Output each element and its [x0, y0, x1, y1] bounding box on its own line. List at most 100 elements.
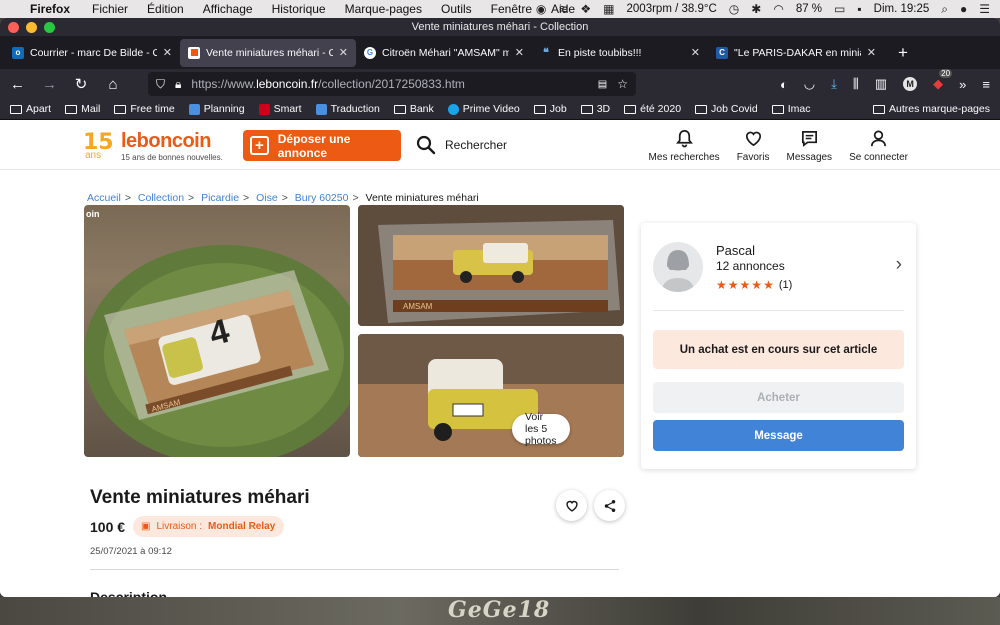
clock[interactable]: Dim. 19:25	[874, 3, 930, 15]
time-machine-icon[interactable]: ◷	[729, 2, 739, 16]
leboncoin-logo[interactable]: 15 ans leboncoin 15 ans de bonnes nouvel…	[83, 130, 223, 164]
lock-icon[interactable]: 🔒︎	[175, 77, 181, 92]
reload-icon[interactable]: ↻	[74, 75, 88, 93]
delivery-box-icon: ▣	[141, 521, 151, 532]
prime-video-icon	[447, 103, 459, 115]
user-icon[interactable]: ●	[960, 2, 967, 16]
secondary-photo[interactable]: AMSAM	[358, 205, 624, 326]
eye-icon[interactable]: ◉	[536, 2, 546, 16]
waves-icon[interactable]: ≋	[558, 2, 568, 16]
menu-item[interactable]: Fenêtre	[491, 2, 532, 16]
menu-item[interactable]: Historique	[272, 2, 326, 16]
library-icon[interactable]: ⫼	[853, 76, 859, 92]
breadcrumb-link[interactable]: Oise	[256, 192, 278, 204]
menu-item[interactable]: Marque-pages	[345, 2, 422, 16]
menu-item[interactable]: Affichage	[203, 2, 253, 16]
planning-icon	[188, 103, 200, 115]
addon-badge-icon[interactable]: ◆ 20	[933, 69, 953, 92]
share-button[interactable]	[594, 490, 625, 521]
bookmark-folder[interactable]: Job	[533, 103, 567, 115]
tab-forum[interactable]: ❝ En piste toubibs!!! ✕	[532, 39, 708, 67]
extension-icon[interactable]: ◐	[780, 77, 788, 92]
url-text[interactable]: https://www.leboncoin.fr/collection/2017…	[191, 77, 587, 91]
bookmark-folder[interactable]: Job Covid	[695, 103, 758, 115]
zoom-window-button[interactable]	[44, 22, 55, 33]
avatar[interactable]	[653, 242, 703, 292]
bookmark-folder[interactable]: 3D	[580, 103, 610, 115]
bookmark-star-icon[interactable]: ☆	[617, 77, 628, 91]
star-icon: ★	[763, 278, 774, 292]
close-tab-icon[interactable]: ✕	[515, 46, 524, 59]
close-window-button[interactable]	[8, 22, 19, 33]
sidebar-icon[interactable]: ▥	[875, 76, 887, 92]
chevron-right-icon[interactable]: ›	[896, 254, 902, 276]
see-all-photos-button[interactable]: Voir les 5 photos	[512, 411, 570, 447]
home-icon[interactable]: ⌂	[106, 76, 120, 93]
secondary-photo[interactable]	[358, 334, 624, 457]
tracking-shield-icon[interactable]: ⛉	[156, 77, 165, 92]
message-button[interactable]: Message	[653, 420, 904, 451]
fan-status-icon[interactable]: ▦	[603, 2, 614, 16]
menu-item[interactable]: Outils	[441, 2, 472, 16]
seller-listing-count[interactable]: 12 annonces	[716, 259, 785, 273]
account-icon[interactable]: M	[903, 77, 918, 91]
battery-percent[interactable]: 87 %	[796, 3, 822, 15]
tab-paris-dakar[interactable]: C "Le PARIS-DAKAR en miniature ✕	[708, 39, 884, 67]
spotlight-search-icon[interactable]: ⌕	[941, 2, 948, 17]
nav-favorites[interactable]: Favoris	[737, 129, 769, 163]
nav-messages[interactable]: Messages	[786, 129, 832, 163]
control-center-icon[interactable]: ☰	[979, 2, 990, 16]
fan-status-text[interactable]: 2003rpm / 38.9°C	[627, 3, 717, 15]
buy-button[interactable]: Acheter	[653, 382, 904, 413]
bookmark-folder[interactable]: Apart	[10, 103, 51, 115]
post-ad-button[interactable]: + Déposer une annonce	[243, 130, 401, 161]
tab-leboncoin[interactable]: Vente miniatures méhari - Colle ✕	[180, 38, 356, 67]
google-icon: G	[364, 46, 376, 59]
menu-app-name[interactable]: Firefox	[30, 2, 70, 16]
tab-google[interactable]: G Citroën Méhari "AMSAM" miniat ✕	[356, 39, 532, 67]
forward-arrow-icon[interactable]: →	[42, 76, 57, 93]
bookmark-folder[interactable]: Bank	[393, 103, 434, 115]
seller-name[interactable]: Pascal	[716, 243, 755, 258]
bookmark-folder[interactable]: été 2020	[624, 103, 681, 115]
bookmark-folder[interactable]: Free time	[114, 103, 175, 115]
main-photo[interactable]: 4 AMSAM oin	[84, 205, 350, 457]
other-bookmarks[interactable]: Autres marque-pages	[873, 103, 990, 115]
hamburger-menu-icon[interactable]: ≡	[982, 77, 990, 92]
tab-outlook[interactable]: o Courrier - marc De Bilde - Outlo ✕	[4, 39, 180, 67]
minimize-window-button[interactable]	[26, 22, 37, 33]
menu-item[interactable]: Édition	[147, 2, 184, 16]
overflow-chevron-icon[interactable]: »	[959, 77, 966, 92]
flag-icon[interactable]: ▪	[857, 2, 861, 16]
back-arrow-icon[interactable]: ←	[10, 76, 25, 93]
close-tab-icon[interactable]: ✕	[691, 46, 700, 59]
favorite-button[interactable]	[556, 490, 587, 521]
nav-saved-searches[interactable]: Mes recherches	[649, 129, 720, 163]
menu-item[interactable]: Fichier	[92, 2, 128, 16]
bookmark-item[interactable]: Smart	[258, 103, 302, 115]
breadcrumb-link[interactable]: Bury 60250	[295, 192, 349, 204]
bluetooth-icon[interactable]: ✱	[751, 2, 761, 16]
bookmark-item[interactable]: Prime Video	[447, 103, 520, 115]
search-button[interactable]: Rechercher	[416, 135, 507, 155]
bookmark-item[interactable]: Planning	[188, 103, 245, 115]
bookmark-folder[interactable]: Mail	[65, 103, 100, 115]
pocket-icon[interactable]: ◡	[804, 76, 815, 92]
close-tab-icon[interactable]: ✕	[163, 46, 172, 59]
battery-icon[interactable]: ▭	[834, 2, 845, 16]
dropbox-icon[interactable]: ❖	[580, 2, 591, 16]
download-icon[interactable]: ⤓	[831, 76, 837, 92]
new-tab-button[interactable]: +	[898, 43, 908, 63]
close-tab-icon[interactable]: ✕	[339, 46, 348, 59]
close-tab-icon[interactable]: ✕	[867, 46, 876, 59]
flag-us-icon[interactable]: ▤	[598, 79, 607, 90]
bookmark-item[interactable]: Traduction	[315, 103, 380, 115]
seller-rating[interactable]: ★ ★ ★ ★ ★ (1)	[716, 278, 792, 292]
wifi-icon[interactable]: ◠	[773, 2, 783, 16]
breadcrumb-link[interactable]: Accueil	[87, 192, 121, 204]
breadcrumb-link[interactable]: Picardie	[201, 192, 239, 204]
url-bar[interactable]: ⛉ 🔒︎ https://www.leboncoin.fr/collection…	[148, 72, 636, 96]
bookmark-folder[interactable]: Imac	[771, 103, 811, 115]
nav-login[interactable]: Se connecter	[849, 129, 908, 163]
breadcrumb-link[interactable]: Collection	[138, 192, 184, 204]
